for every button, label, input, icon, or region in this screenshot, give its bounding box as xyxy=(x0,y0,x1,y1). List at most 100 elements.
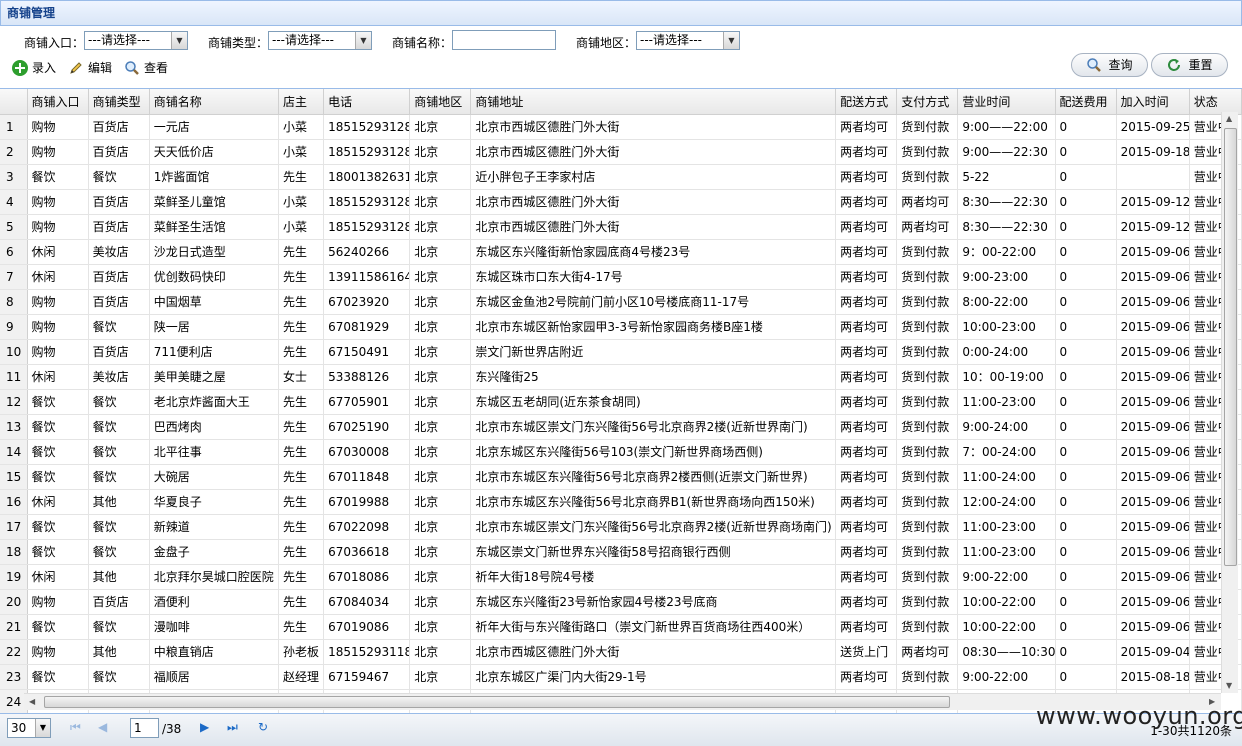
table-cell: 餐饮 xyxy=(88,539,150,565)
table-cell: 北京市西城区德胜门外大街 xyxy=(470,139,837,165)
entry-filter-select[interactable]: ---请选择--- ▼ xyxy=(84,31,188,50)
table-row[interactable]: 7 休闲 百货店 优创数码快印 先生 13911586164 北京 东城区珠市口东大街4-17… xyxy=(0,264,1242,290)
table-row[interactable]: 20 购物 百货店 酒便利 先生 67084034 北京 东城区东兴隆街23号新怡家园4号楼2… xyxy=(0,589,1242,615)
region-filter-value: ---请选择--- xyxy=(640,33,702,47)
table-row[interactable]: 16 休闲 其他 华夏良子 先生 67019988 北京 北京市东城区东兴隆街56号北京商界B… xyxy=(0,489,1242,515)
vertical-scrollbar[interactable]: ▲ ▼ xyxy=(1221,112,1238,693)
table-cell: 8:30——22:30 xyxy=(957,189,1056,215)
table-cell: 两者均可 xyxy=(896,189,959,215)
edit-button[interactable]: 编辑 xyxy=(68,59,112,77)
column-header[interactable]: 商铺类型 xyxy=(88,89,150,115)
table-row[interactable]: 15 餐饮 餐饮 大碗居 先生 67011848 北京 北京市东城区东兴隆街56号北京商界2楼… xyxy=(0,464,1242,490)
table-cell: 18515293118 xyxy=(323,639,411,665)
table-cell: 其他 xyxy=(88,489,150,515)
prev-page-icon[interactable]: ◀ xyxy=(98,720,107,734)
table-row[interactable]: 14 餐饮 餐饮 北平往事 先生 67030008 北京 北京东城区东兴隆街56号103(崇文… xyxy=(0,439,1242,465)
table-cell: 小菜 xyxy=(278,189,325,215)
table-row[interactable]: 4 购物 百货店 菜鲜圣儿童馆 小菜 18515293128 北京 北京市西城区德胜门外大街两… xyxy=(0,189,1242,215)
table-cell: 购物 xyxy=(27,214,89,240)
table-row[interactable]: 22 购物 其他 中粮直销店 孙老板 18515293118 北京 北京市西城区德胜门外大街送… xyxy=(0,639,1242,665)
table-row[interactable]: 18 餐饮 餐饮 金盘子 先生 67036618 北京 东城区崇文门新世界东兴隆街58号招商银… xyxy=(0,539,1242,565)
region-filter-label: 商铺地区： xyxy=(576,36,637,50)
table-cell: 11:00-23:00 xyxy=(957,389,1056,415)
refresh-page-icon[interactable]: ↻ xyxy=(258,720,268,734)
column-header[interactable]: 电话 xyxy=(323,89,411,115)
table-cell: 小菜 xyxy=(278,114,325,140)
table-cell: 购物 xyxy=(27,639,89,665)
table-cell: 2015-09-06 xyxy=(1116,339,1190,365)
table-row[interactable]: 2 购物 百货店 天天低价店 小菜 18515293128 北京 北京市西城区德胜门外大街 两者… xyxy=(0,139,1242,165)
row-number-header[interactable] xyxy=(0,89,28,115)
table-cell: 百货店 xyxy=(88,289,150,315)
table-cell: 美甲美睫之屋 xyxy=(149,364,280,390)
column-header[interactable]: 商铺地址 xyxy=(470,89,837,115)
scroll-left-icon[interactable]: ◀ xyxy=(29,697,35,706)
table-row[interactable]: 11 休闲 美妆店 美甲美睫之屋 女士 53388126 北京 东兴隆街25 两者均可 货到付款 1… xyxy=(0,364,1242,390)
table-row[interactable]: 8 购物 百货店 中国烟草 先生 67023920 北京 东城区金鱼池2号院前门前小区10号楼… xyxy=(0,289,1242,315)
table-cell: 0 xyxy=(1055,614,1117,640)
table-row[interactable]: 23 餐饮 餐饮 福顺居 赵经理 67159467 北京 北京东城区广渠门内大街29-1号 两者… xyxy=(0,664,1242,690)
type-filter-select[interactable]: ---请选择--- ▼ xyxy=(268,31,372,50)
table-cell: 2015-09-18 xyxy=(1116,139,1190,165)
table-cell: 北京 xyxy=(409,289,472,315)
table-row[interactable]: 17 餐饮 餐饮 新辣道 先生 67022098 北京 北京市东城区崇文门东兴隆街56号北京商… xyxy=(0,514,1242,540)
column-header[interactable]: 营业时间 xyxy=(957,89,1056,115)
scroll-up-icon[interactable]: ▲ xyxy=(1226,114,1232,123)
column-header[interactable]: 商铺地区 xyxy=(409,89,472,115)
table-row[interactable]: 12 餐饮 餐饮 老北京炸酱面大王 先生 67705901 北京 东城区五老胡同(近东茶食胡同… xyxy=(0,389,1242,415)
reset-button[interactable]: 重置 xyxy=(1151,53,1228,77)
scroll-down-icon[interactable]: ▼ xyxy=(1226,681,1232,690)
column-header[interactable]: 配送方式 xyxy=(835,89,898,115)
table-cell: 货到付款 xyxy=(896,289,959,315)
table-cell: 2015-08-18 xyxy=(1116,664,1190,690)
table-cell: 两者均可 xyxy=(835,164,898,190)
pencil-icon xyxy=(68,60,84,76)
view-button[interactable]: 查看 xyxy=(124,59,168,77)
table-cell: 两者均可 xyxy=(835,564,898,590)
table-row[interactable]: 19 休闲 其他 北京拜尔昊城口腔医院 先生 67018086 北京 祈年大街18号院4号楼两… xyxy=(0,564,1242,590)
column-header[interactable]: 商铺入口 xyxy=(27,89,89,115)
table-cell: 餐饮 xyxy=(88,164,150,190)
table-cell: 08:30——10:30 xyxy=(957,639,1056,665)
add-button[interactable]: 录入 xyxy=(12,59,56,77)
table-row[interactable]: 1 购物 百货店 一元店 小菜 18515293128 北京 北京市西城区德胜门外大街 两者均可… xyxy=(0,114,1242,140)
table-cell: 11:00-24:00 xyxy=(957,464,1056,490)
column-header[interactable]: 状态 xyxy=(1189,89,1242,115)
page-number-input[interactable]: 1 xyxy=(130,718,159,738)
column-header[interactable]: 店主 xyxy=(278,89,325,115)
table-cell: 两者均可 xyxy=(835,364,898,390)
table-row[interactable]: 6 休闲 美妆店 沙龙日式造型 先生 56240266 北京 东城区东兴隆街新怡家园底商4号楼… xyxy=(0,239,1242,265)
table-cell: 北京 xyxy=(409,214,472,240)
table-cell: 餐饮 xyxy=(88,664,150,690)
table-row[interactable]: 5 购物 百货店 菜鲜圣生活馆 小菜 18515293128 北京 北京市西城区德胜门外大街两… xyxy=(0,214,1242,240)
column-header[interactable]: 商铺名称 xyxy=(149,89,280,115)
table-cell: 2015-09-06 xyxy=(1116,414,1190,440)
next-page-icon[interactable]: ▶ xyxy=(200,720,209,734)
column-header[interactable]: 配送费用 xyxy=(1055,89,1117,115)
column-header[interactable]: 支付方式 xyxy=(896,89,959,115)
table-cell: 美妆店 xyxy=(88,239,150,265)
page-size-select[interactable]: 30 ▼ xyxy=(7,718,51,738)
search-button[interactable]: 查询 xyxy=(1071,53,1148,77)
name-filter-input[interactable] xyxy=(452,30,556,50)
column-header[interactable]: 加入时间 xyxy=(1116,89,1190,115)
table-cell: 北京 xyxy=(409,514,472,540)
table-cell: 北京 xyxy=(409,389,472,415)
table-cell: 711便利店 xyxy=(149,339,280,365)
table-cell: 两者均可 xyxy=(835,139,898,165)
vertical-scroll-thumb[interactable] xyxy=(1224,128,1237,566)
table-cell: 两者均可 xyxy=(896,214,959,240)
table-row[interactable]: 21 餐饮 餐饮 漫咖啡 先生 67019086 北京 祈年大街与东兴隆街路口（崇文门新世界百… xyxy=(0,614,1242,640)
horizontal-scroll-thumb[interactable] xyxy=(44,696,950,708)
table-cell: 两者均可 xyxy=(835,389,898,415)
region-filter-select[interactable]: ---请选择--- ▼ xyxy=(636,31,740,50)
table-row[interactable]: 9 购物 餐饮 陕一居 先生 67081929 北京 北京市东城区新怡家园甲3-3号新怡家园商… xyxy=(0,314,1242,340)
table-row[interactable]: 13 餐饮 餐饮 巴西烤肉 先生 67025190 北京 北京市东城区崇文门东兴隆街56号北京… xyxy=(0,414,1242,440)
table-row[interactable]: 3 餐饮 餐饮 1炸酱面馆 先生 18001382631 北京 近小胖包子王李家村店 两者均可货… xyxy=(0,164,1242,190)
table-cell: 2015-09-06 xyxy=(1116,364,1190,390)
first-page-icon[interactable]: ⏮ xyxy=(70,720,81,735)
table-cell: 祈年大街18号院4号楼 xyxy=(470,564,837,590)
table-row[interactable]: 10 购物 百货店 711便利店 先生 67150491 北京 崇文门新世界店附近 两者均可 货到… xyxy=(0,339,1242,365)
table-cell: 餐饮 xyxy=(88,464,150,490)
last-page-icon[interactable]: ⏭ xyxy=(227,720,238,735)
